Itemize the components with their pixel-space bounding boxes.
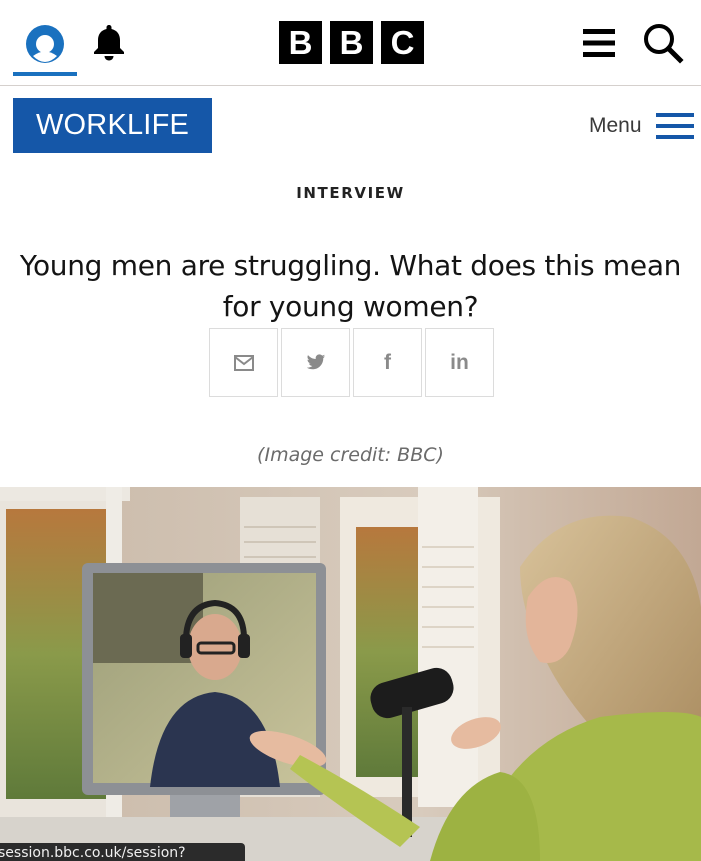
logo-letter: B [279,21,322,64]
section-menu-icon [655,113,694,139]
search-button[interactable] [642,22,684,68]
top-navigation-bar: B B C [0,0,701,86]
status-url-text: session.bbc.co.uk/session? [0,845,186,861]
logo-letter: C [381,21,424,64]
worklife-section-logo[interactable]: WORKLIFE [13,98,212,153]
share-linkedin-button[interactable]: in [425,328,494,397]
logo-letter: B [330,21,373,64]
account-icon [26,25,64,63]
share-facebook-button[interactable]: f [353,328,422,397]
bbc-logo[interactable]: B B C [279,21,424,64]
section-menu-button[interactable]: Menu [589,108,694,144]
share-twitter-button[interactable] [281,328,350,397]
article-kicker: INTERVIEW [296,184,405,202]
interview-photo-illustration [0,487,701,861]
article-headline: Young men are struggling. What does this… [19,248,682,323]
menu-label: Menu [589,114,642,137]
active-tab-indicator [13,72,77,76]
article-hero-image: session.bbc.co.uk/session? [0,487,701,861]
hamburger-menu-icon [583,29,615,57]
browser-status-url: session.bbc.co.uk/session? [0,843,245,861]
facebook-icon: f [384,350,391,374]
image-credit: (Image credit: BBC) [257,444,444,466]
share-buttons: f in [209,328,494,397]
notifications-button[interactable] [90,22,128,66]
share-email-button[interactable] [209,328,278,397]
account-button[interactable] [13,14,77,76]
twitter-icon [306,354,325,370]
email-icon [233,354,254,371]
main-menu-button[interactable] [583,28,615,62]
search-icon [644,24,684,64]
notifications-bell-icon [94,25,124,61]
linkedin-icon: in [450,350,469,374]
